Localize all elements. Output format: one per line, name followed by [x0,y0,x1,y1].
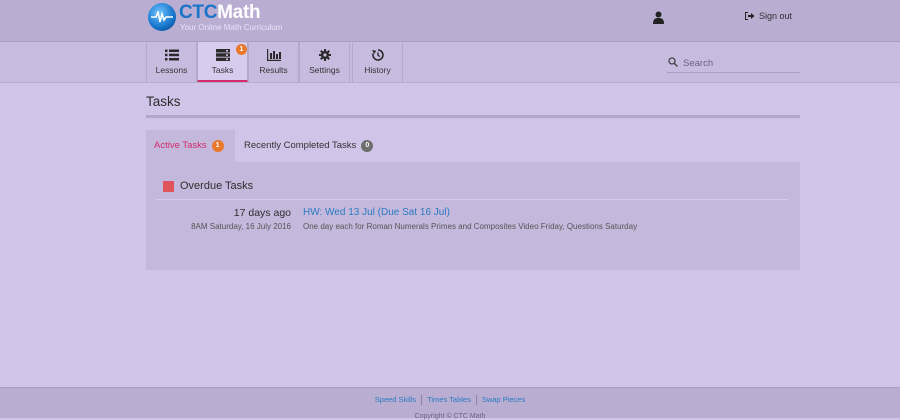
nav-tab-results-label: Results [259,65,288,75]
nav-tab-history[interactable]: History [352,42,403,82]
tab-recently-completed-label: Recently Completed Tasks [244,140,357,151]
footer-link-swap-pieces[interactable]: Swap Pieces [477,395,530,404]
task-due-date: 8AM Saturday, 16 July 2016 [191,222,291,231]
footer-links: Speed Skills Times Tables Swap Pieces [0,395,900,406]
list-icon [164,49,179,61]
task-body: HW: Wed 13 Jul (Due Sat 16 Jul) One day … [303,207,643,232]
tab-recently-completed[interactable]: Recently Completed Tasks 0 [236,130,381,162]
overdue-heading: Overdue Tasks [180,180,254,192]
completed-tasks-count-badge: 0 [361,140,374,152]
sign-out-button[interactable]: Sign out [744,11,792,21]
tab-active-tasks-label: Active Tasks [154,140,207,151]
brand-name: CTCMath [179,2,261,24]
brand-name-part1: CTC [179,2,218,23]
nav-tab-lessons-label: Lessons [155,65,188,75]
sign-out-label: Sign out [759,11,793,21]
nav-tab-tasks[interactable]: 1 Tasks [197,42,248,82]
title-divider [146,115,800,118]
nav-tab-history-label: History [364,65,391,75]
tasks-count-badge: 1 [236,44,247,55]
search-box [667,54,803,73]
ctcmath-logo[interactable]: CTCMath Your Online Math Curriculum [148,2,298,39]
page-title: Tasks [146,94,181,109]
task-description: One day each for Roman Numerals Primes a… [303,222,638,231]
nav-tab-tasks-label: Tasks [211,65,234,75]
task-title-link[interactable]: HW: Wed 13 Jul (Due Sat 16 Jul) [303,207,643,218]
section-divider [156,199,788,200]
nav-tab-settings[interactable]: Settings [299,42,350,82]
nav-tab-lessons[interactable]: Lessons [146,42,197,82]
brand-tagline: Your Online Math Curriculum [180,23,283,32]
task-relative-time: 17 days ago [233,207,291,219]
footer-link-times-tables[interactable]: Times Tables [422,395,476,404]
history-icon [371,49,384,61]
bar-chart-icon [266,49,281,61]
tab-active-tasks[interactable]: Active Tasks 1 [146,130,235,162]
top-bar: CTCMath Your Online Math Curriculum Sign… [0,0,900,42]
tasks-icon [215,49,230,61]
nav-tab-results[interactable]: Results [248,42,299,82]
gear-icon [318,49,331,61]
overdue-color-marker [163,180,174,192]
task-tabs: Active Tasks 1 Recently Completed Tasks … [146,130,800,162]
overdue-section-header: Overdue Tasks [163,180,253,192]
user-icon[interactable] [653,11,664,24]
active-tasks-panel: Overdue Tasks 17 days ago 8AM Saturday, … [146,162,800,270]
logo-globe-icon [148,3,176,31]
brand-name-part2: Math [217,2,261,23]
task-time: 17 days ago 8AM Saturday, 16 July 2016 [191,207,291,231]
main-nav: Lessons 1 Tasks Results Settings History… [0,42,900,83]
nav-tab-settings-label: Settings [309,65,340,75]
sign-out-icon [745,12,755,20]
search-input[interactable] [681,54,803,72]
footer-link-speed-skills[interactable]: Speed Skills [370,395,421,404]
footer: Speed Skills Times Tables Swap Pieces Copy… [0,387,900,420]
search-icon [668,57,678,67]
active-tasks-count-badge: 1 [211,140,224,152]
